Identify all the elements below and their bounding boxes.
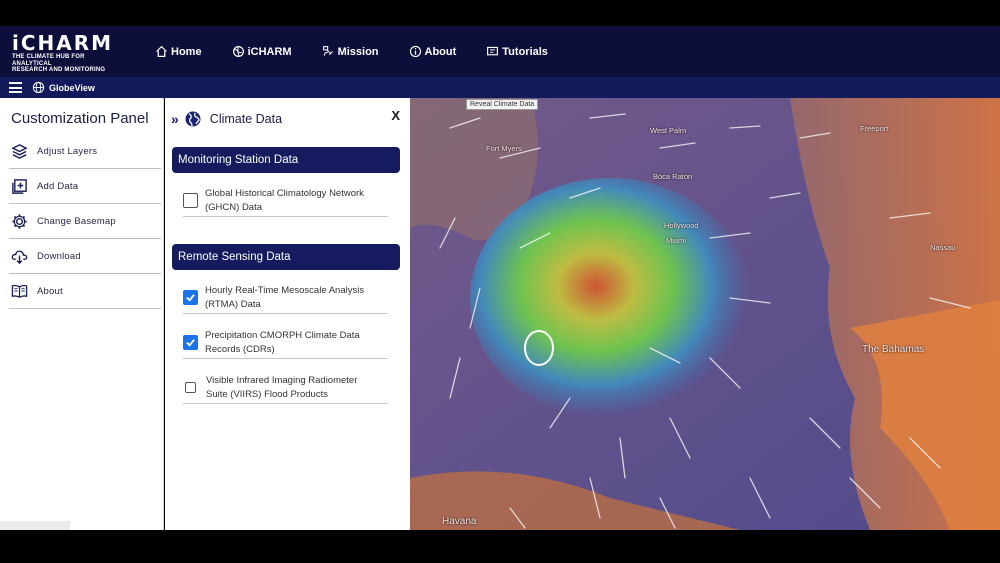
collapse-chevron-icon[interactable]: » <box>171 111 179 127</box>
rtma-label-line-2: (RTMA) Data <box>205 298 261 310</box>
viirs-option[interactable]: Visible Infrared Imaging Radiometer Suit… <box>183 372 388 404</box>
map-label-fort-myers: Fort Myers <box>486 144 522 153</box>
cmorph-option[interactable]: Precipitation CMORPH Climate Data Record… <box>183 327 388 359</box>
logo-subtitle-line-2: RESEARCH AND MONITORING <box>12 67 106 73</box>
layers-icon <box>11 143 28 159</box>
cmorph-label: Precipitation CMORPH Climate Data Record… <box>205 329 360 357</box>
ghcn-label-line-2: (GHCN) Data <box>205 201 263 213</box>
globeview-label: GlobeView <box>49 82 95 93</box>
icharm-logo[interactable]: iCHARM THE CLIMATE HUB FOR ANALYTICAL RE… <box>12 32 124 74</box>
checkmark-icon <box>186 339 195 347</box>
download-label: Download <box>37 250 81 262</box>
top-navigation-bar: iCHARM THE CLIMATE HUB FOR ANALYTICAL RE… <box>0 26 1000 77</box>
map-canvas <box>410 98 1000 530</box>
map-label-boca-raton: Boca Raton <box>653 172 693 181</box>
viirs-label-line-2: Suite (VIIRS) Flood Products <box>206 388 328 400</box>
ghcn-checkbox[interactable] <box>183 193 198 208</box>
hamburger-menu-icon[interactable] <box>9 82 22 93</box>
nav-home-label: Home <box>171 45 202 58</box>
map-label-hollywood: Hollywood <box>664 221 699 230</box>
tutorials-icon <box>487 46 499 56</box>
globe-icon <box>32 81 45 94</box>
about-button[interactable]: About <box>9 274 161 309</box>
adjust-layers-button[interactable]: Adjust Layers <box>9 134 161 169</box>
nav-icharm-label: iCHARM <box>247 45 292 58</box>
viirs-label: Visible Infrared Imaging Radiometer Suit… <box>206 374 357 402</box>
climate-data-header: » Climate Data X <box>171 108 406 130</box>
map-label-freeport: Freeport <box>860 124 889 133</box>
cmorph-label-line-2: Records (CDRs) <box>205 343 275 355</box>
logo-subtitle-line-1: THE CLIMATE HUB FOR ANALYTICAL <box>12 54 85 67</box>
nav-tutorials-label: Tutorials <box>502 45 548 58</box>
monitoring-station-header[interactable]: Monitoring Station Data <box>172 147 400 173</box>
ghcn-option[interactable]: Global Historical Climatology Network (G… <box>183 185 388 217</box>
viirs-label-line-1: Visible Infrared Imaging Radiometer <box>206 374 358 386</box>
nav-mission[interactable]: Mission <box>322 45 379 58</box>
checkmark-icon <box>186 294 195 302</box>
viirs-checkbox[interactable] <box>185 382 196 393</box>
nav-about-label: About <box>424 45 457 58</box>
map-label-the-bahamas: The Bahamas <box>862 344 925 355</box>
cloud-download-icon <box>11 250 28 264</box>
close-button[interactable]: X <box>391 108 400 123</box>
map-label-miami: Miami <box>666 236 686 245</box>
satellite-icon <box>322 46 333 56</box>
climate-data-panel: » Climate Data X Monitoring Station Data… <box>165 98 410 530</box>
letterbox-top <box>0 0 1000 26</box>
map-label-west-palm: West Palm <box>650 126 687 135</box>
corner-watermark <box>0 521 70 530</box>
ghcn-label: Global Historical Climatology Network (G… <box>205 187 364 215</box>
info-icon <box>409 45 421 58</box>
globeview-bar: GlobeView <box>0 77 1000 98</box>
nav-icharm[interactable]: iCHARM <box>232 45 292 58</box>
globe-americas-icon <box>185 111 201 127</box>
add-data-button[interactable]: Add Data <box>9 169 161 204</box>
rtma-checkbox[interactable] <box>183 290 198 305</box>
nav-home[interactable]: Home <box>155 45 202 58</box>
rtma-option[interactable]: Hourly Real-Time Mesoscale Analysis (RTM… <box>183 282 388 314</box>
remote-sensing-header[interactable]: Remote Sensing Data <box>172 244 400 270</box>
home-icon <box>156 45 167 57</box>
map-label-nassau: Nassau <box>930 243 956 252</box>
nav-tutorials[interactable]: Tutorials <box>486 45 548 58</box>
customization-panel: Customization Panel Adjust Layers Add Da… <box>0 98 164 530</box>
customization-panel-title: Customization Panel <box>11 110 149 127</box>
nav-about[interactable]: About <box>409 45 457 58</box>
change-basemap-label: Change Basemap <box>37 215 116 227</box>
rtma-label-line-1: Hourly Real-Time Mesoscale Analysis <box>205 284 365 296</box>
add-data-label: Add Data <box>37 180 79 192</box>
climate-data-title: Climate Data <box>209 112 283 126</box>
download-button[interactable]: Download <box>9 239 161 274</box>
add-data-icon <box>12 178 27 194</box>
climate-map[interactable]: Reveal Climate Data Fort Myers West Palm… <box>410 98 1000 530</box>
about-label: About <box>37 285 63 297</box>
letterbox-bottom <box>0 530 1000 563</box>
main-nav: Home iCHARM Mission About Tutorials <box>155 26 578 77</box>
customization-list: Adjust Layers Add Data Change Basemap Do… <box>9 134 161 309</box>
logo-title: iCHARM <box>12 31 114 55</box>
ghcn-label-line-1: Global Historical Climatology Network <box>205 187 364 199</box>
map-label-havana: Havana <box>442 516 477 527</box>
rtma-label: Hourly Real-Time Mesoscale Analysis (RTM… <box>205 284 364 312</box>
globeview-label-group: GlobeView <box>32 81 95 94</box>
cmorph-label-line-1: Precipitation CMORPH Climate Data <box>205 329 360 341</box>
gear-icon <box>12 213 27 229</box>
cmorph-checkbox[interactable] <box>183 335 198 350</box>
adjust-layers-label: Adjust Layers <box>37 145 98 157</box>
nav-mission-label: Mission <box>337 45 379 58</box>
reveal-climate-data-tooltip: Reveal Climate Data <box>466 99 539 110</box>
book-icon <box>11 284 28 298</box>
change-basemap-button[interactable]: Change Basemap <box>9 204 161 239</box>
globe-icon <box>232 46 244 57</box>
